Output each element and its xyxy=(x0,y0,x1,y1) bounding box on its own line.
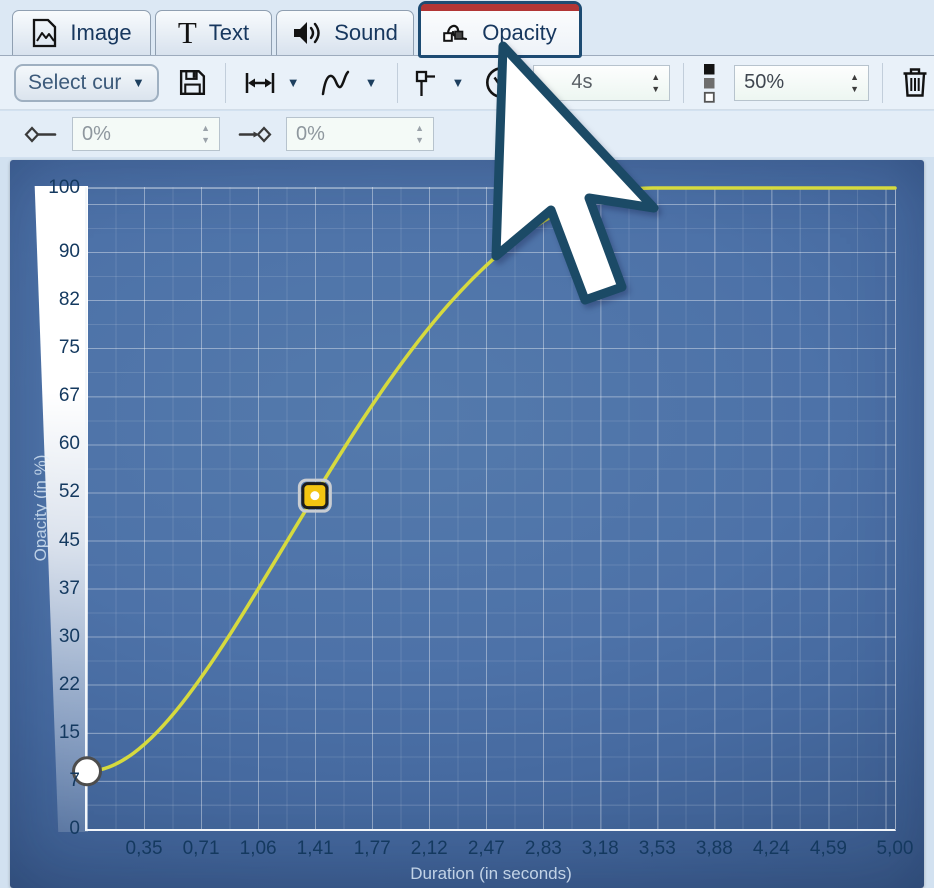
tab-text[interactable]: T Text xyxy=(155,10,272,55)
x-tick-label: 0,71 xyxy=(183,838,220,860)
tab-sound[interactable]: Sound xyxy=(276,10,414,55)
curve-select-dropdown[interactable]: Select cur ▼ xyxy=(14,64,159,102)
chevron-down-icon[interactable]: ▼ xyxy=(287,76,300,89)
delete-button[interactable] xyxy=(900,66,930,99)
fade-out-icon xyxy=(238,126,272,143)
y-tick-label: 7 xyxy=(35,770,80,792)
chevron-down-icon[interactable]: ▼ xyxy=(451,76,464,89)
toolbar-separator xyxy=(225,63,226,103)
tab-label: Opacity xyxy=(482,20,557,46)
opacity-percent-spinner[interactable]: ▲ ▼ xyxy=(850,73,859,93)
x-tick-label: 3,18 xyxy=(582,838,619,860)
main-toolbar: Select cur ▼ ▼ ▼ ▼ 4s ▲ ▼ 50% ▲ ▼ xyxy=(0,56,934,110)
x-tick-label: 3,53 xyxy=(639,838,676,860)
x-tick-label: 0,35 xyxy=(126,838,163,860)
fade-out-value: 0% xyxy=(296,123,325,146)
x-tick-label: 1,41 xyxy=(297,838,334,860)
time-input[interactable]: 4s ▲ ▼ xyxy=(533,65,670,101)
selected-tab-red-stripe xyxy=(421,4,579,11)
y-tick-label: 52 xyxy=(35,481,80,503)
y-tick-label: 67 xyxy=(35,385,80,407)
chevron-down-icon: ▼ xyxy=(132,76,145,89)
y-tick-label: 22 xyxy=(35,674,80,696)
y-tick-label: 15 xyxy=(35,722,80,744)
tab-bar: Image T Text Sound Opacity xyxy=(0,0,934,56)
layer-stack-icon[interactable] xyxy=(701,62,718,104)
spinner-down-icon: ▼ xyxy=(415,136,424,144)
x-tick-label: 5,00 xyxy=(877,838,914,860)
curve-editor-panel: Opacity (in %) Duration (in seconds) 0,3… xyxy=(10,160,924,888)
fade-in-icon xyxy=(24,126,58,143)
span-width-button[interactable] xyxy=(243,70,277,96)
curve-select-value: Select cur xyxy=(28,71,121,95)
spinner-up-icon: ▲ xyxy=(201,124,210,132)
toolbar-separator xyxy=(683,63,684,103)
y-tick-label: 90 xyxy=(35,241,80,263)
time-spinner[interactable]: ▲ ▼ xyxy=(651,73,660,93)
sound-icon xyxy=(292,19,322,47)
x-tick-label: 2,12 xyxy=(411,838,448,860)
opacity-percent-value: 50% xyxy=(744,71,784,94)
spinner-up-icon: ▲ xyxy=(415,124,424,132)
spinner-down-icon: ▼ xyxy=(850,85,859,93)
x-tick-label: 2,83 xyxy=(525,838,562,860)
opacity-percent-input[interactable]: 50% ▲ ▼ xyxy=(734,65,869,101)
save-button[interactable] xyxy=(177,67,208,98)
toolbar-separator xyxy=(882,63,883,103)
spinner-down-icon: ▼ xyxy=(201,136,210,144)
x-tick-label: 3,88 xyxy=(696,838,733,860)
time-value: 4s xyxy=(571,71,592,94)
tab-image[interactable]: Image xyxy=(12,10,151,55)
spinner-up-icon: ▲ xyxy=(651,73,660,81)
image-icon xyxy=(31,18,58,48)
x-tick-label: 4,24 xyxy=(753,838,790,860)
tab-opacity[interactable]: Opacity xyxy=(418,1,582,58)
chevron-down-icon[interactable]: ▼ xyxy=(365,76,378,89)
y-tick-label: 82 xyxy=(35,289,80,311)
y-tick-label: 100 xyxy=(35,177,80,199)
spinner-down-icon: ▼ xyxy=(651,85,660,93)
fade-in-input[interactable]: 0% ▲ ▼ xyxy=(72,117,220,151)
fade-in-spinner[interactable]: ▲ ▼ xyxy=(201,124,210,144)
x-tick-label: 1,77 xyxy=(354,838,391,860)
x-tick-label: 4,59 xyxy=(810,838,847,860)
y-tick-label: 37 xyxy=(35,578,80,600)
plot-area[interactable]: Opacity (in %) Duration (in seconds) 0,3… xyxy=(85,187,896,831)
fade-in-value: 0% xyxy=(82,123,111,146)
wave-type-button[interactable] xyxy=(320,68,353,98)
y-tick-label: 45 xyxy=(35,530,80,552)
x-axis-title: Duration (in seconds) xyxy=(87,864,895,884)
y-tick-label: 0 xyxy=(35,818,80,840)
clock-icon[interactable] xyxy=(484,65,519,100)
x-tick-label: 2,47 xyxy=(468,838,505,860)
fade-out-input[interactable]: 0% ▲ ▼ xyxy=(286,117,434,151)
spinner-up-icon: ▲ xyxy=(850,73,859,81)
text-icon: T xyxy=(178,19,197,47)
keyframe-marker-button[interactable] xyxy=(414,68,437,98)
y-tick-label: 75 xyxy=(35,337,80,359)
toolbar-separator xyxy=(397,63,398,103)
x-tick-label: 1,06 xyxy=(240,838,277,860)
y-tick-label: 60 xyxy=(35,433,80,455)
opacity-curve-icon xyxy=(443,21,470,45)
tab-label: Sound xyxy=(334,20,398,46)
tab-label: Image xyxy=(70,20,131,46)
fade-out-spinner[interactable]: ▲ ▼ xyxy=(415,124,424,144)
y-tick-label: 30 xyxy=(35,626,80,648)
tab-label: Text xyxy=(209,20,249,46)
fade-row: 0% ▲ ▼ 0% ▲ ▼ xyxy=(0,111,934,157)
